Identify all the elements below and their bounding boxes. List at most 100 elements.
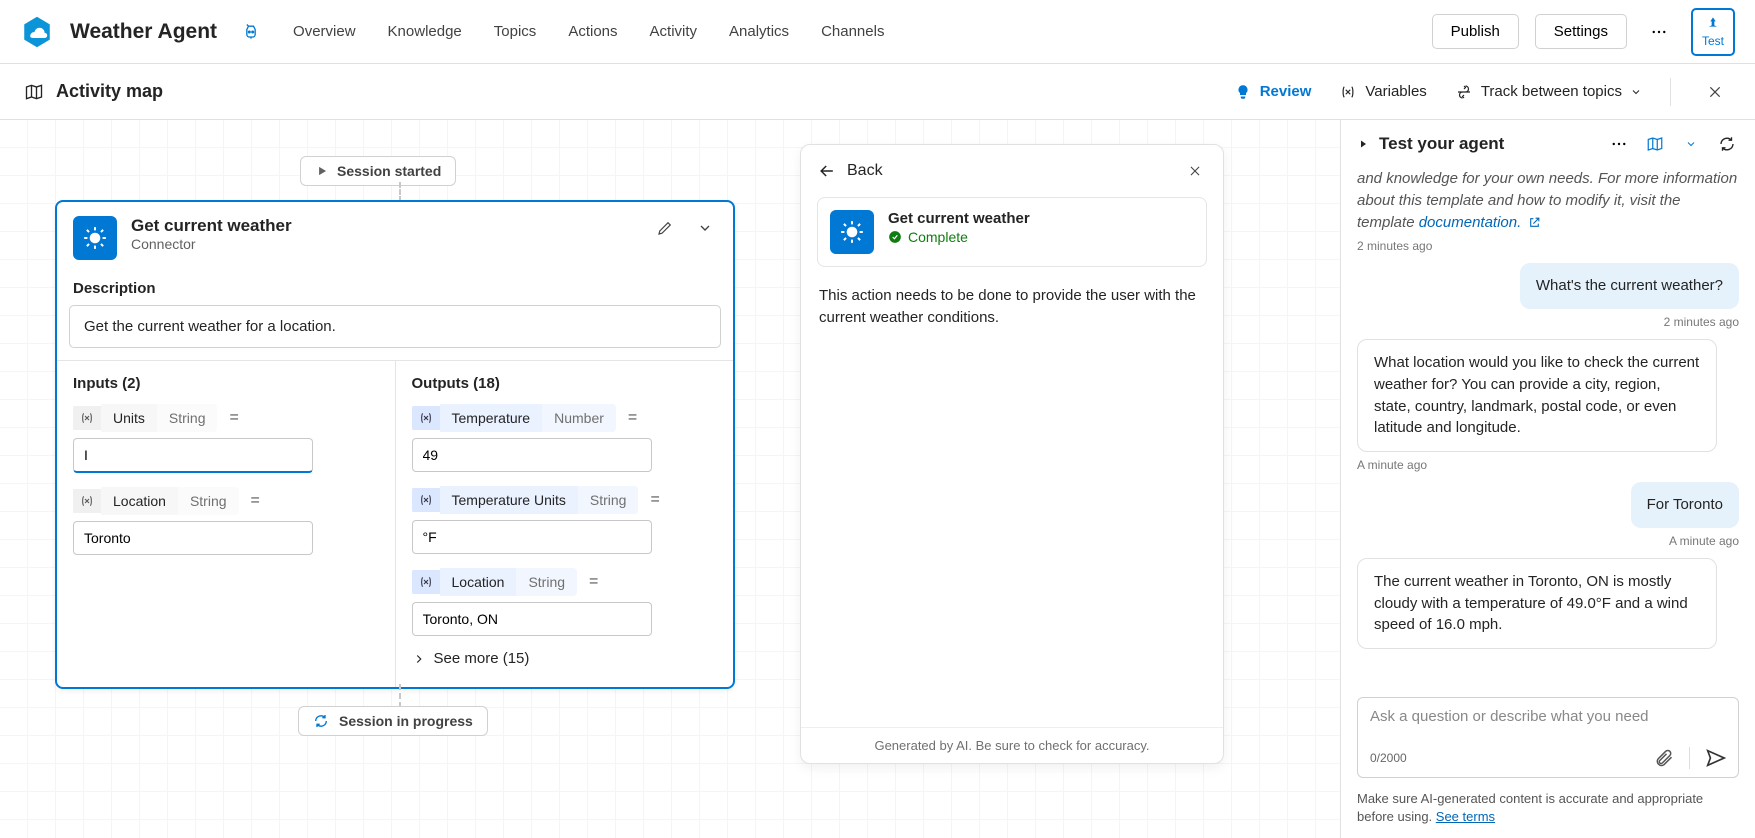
review-button[interactable]: Review	[1234, 83, 1312, 101]
map-dropdown-button[interactable]	[1679, 132, 1703, 156]
send-button[interactable]	[1704, 747, 1726, 769]
output-temp-units-var: Temperature Units String =	[412, 486, 718, 514]
test-button[interactable]: Test	[1691, 8, 1735, 56]
test-panel-title: Test your agent	[1379, 134, 1504, 154]
track-between-topics-button[interactable]: Track between topics	[1455, 83, 1642, 101]
caret-right-icon[interactable]	[1357, 138, 1369, 150]
nav-tabs: Overview Knowledge Topics Actions Activi…	[293, 23, 884, 40]
variable-icon	[418, 574, 434, 590]
output-name: Temperature Units	[440, 486, 578, 514]
output-type: String	[578, 486, 639, 514]
map-toggle-button[interactable]	[1643, 132, 1667, 156]
see-terms-link[interactable]: See terms	[1436, 809, 1495, 824]
session-in-progress-pill: Session in progress	[298, 706, 488, 736]
timestamp: A minute ago	[1357, 458, 1739, 472]
chat-transcript[interactable]: and knowledge for your own needs. For mo…	[1341, 168, 1755, 685]
outputs-heading: Outputs (18)	[412, 375, 718, 392]
detail-title: Get current weather	[888, 210, 1030, 227]
variables-icon	[1339, 83, 1357, 101]
output-temp-units-value[interactable]	[412, 520, 652, 554]
detail-summary-card: Get current weather Complete	[817, 197, 1207, 267]
collapse-node-button[interactable]	[693, 216, 717, 240]
agent-message: The current weather in Toronto, ON is mo…	[1357, 558, 1717, 649]
timestamp: 2 minutes ago	[1357, 239, 1739, 253]
equals-sign: =	[628, 409, 637, 427]
timestamp: 2 minutes ago	[1357, 315, 1739, 329]
intro-message: and knowledge for your own needs. For mo…	[1357, 168, 1739, 233]
input-name: Units	[101, 404, 157, 432]
activity-map-bar: Activity map Review Variables Track betw…	[0, 64, 1755, 120]
char-count: 0/2000	[1370, 751, 1407, 765]
back-button[interactable]: Back	[817, 161, 883, 181]
nav-tab-activity[interactable]: Activity	[650, 23, 698, 40]
session-progress-label: Session in progress	[339, 713, 473, 729]
documentation-link[interactable]: documentation.	[1419, 214, 1522, 231]
output-temperature-value[interactable]	[412, 438, 652, 472]
divider	[1670, 78, 1671, 106]
detail-footer: Generated by AI. Be sure to check for ac…	[801, 727, 1223, 763]
refresh-icon	[1718, 135, 1736, 153]
detail-status-label: Complete	[908, 229, 968, 245]
variable-icon	[418, 492, 434, 508]
divider	[1689, 747, 1690, 769]
settings-button[interactable]: Settings	[1535, 14, 1627, 49]
see-more-label: See more (15)	[434, 650, 530, 667]
close-icon	[1707, 84, 1723, 100]
nav-tab-knowledge[interactable]: Knowledge	[388, 23, 462, 40]
output-type: Number	[542, 404, 616, 432]
input-location-value[interactable]	[73, 521, 313, 555]
close-detail-button[interactable]	[1183, 159, 1207, 183]
session-started-label: Session started	[337, 163, 441, 179]
bot-icon	[241, 22, 261, 42]
nav-tab-topics[interactable]: Topics	[494, 23, 537, 40]
attach-button[interactable]	[1653, 747, 1675, 769]
map-icon	[1646, 135, 1664, 153]
chat-composer: 0/2000	[1357, 697, 1739, 778]
send-icon	[1704, 747, 1726, 769]
refresh-chat-button[interactable]	[1715, 132, 1739, 156]
test-panel: Test your agent and knowledge for your o…	[1340, 120, 1755, 838]
output-location-value[interactable]	[412, 602, 652, 636]
input-type: String	[157, 404, 218, 432]
outputs-column: Outputs (18) Temperature Number =	[395, 361, 734, 687]
input-location-var: Location String =	[73, 487, 379, 515]
edit-node-button[interactable]	[653, 216, 677, 240]
variable-icon	[79, 493, 95, 509]
variables-button[interactable]: Variables	[1339, 83, 1426, 101]
close-activity-map-button[interactable]	[1699, 76, 1731, 108]
input-name: Location	[101, 487, 178, 515]
chat-input[interactable]	[1370, 708, 1726, 732]
input-units-var: Units String =	[73, 404, 379, 432]
inputs-column: Inputs (2) Units String = Locat	[57, 361, 395, 687]
more-menu-button[interactable]	[1643, 16, 1675, 48]
check-circle-icon	[888, 230, 902, 244]
detail-body: This action needs to be done to provide …	[801, 267, 1223, 727]
back-label: Back	[847, 162, 883, 180]
activity-canvas[interactable]: Session started Get current weather Conn…	[0, 120, 1340, 838]
agent-message: What location would you like to check th…	[1357, 339, 1717, 452]
session-started-pill: Session started	[300, 156, 456, 186]
weather-icon	[73, 216, 117, 260]
nav-tab-analytics[interactable]: Analytics	[729, 23, 789, 40]
timestamp: A minute ago	[1357, 534, 1739, 548]
input-units-value[interactable]	[73, 438, 313, 473]
publish-button[interactable]: Publish	[1432, 14, 1519, 49]
node-subtitle: Connector	[131, 236, 292, 252]
nav-tab-overview[interactable]: Overview	[293, 23, 356, 40]
ellipsis-icon	[1650, 23, 1668, 41]
see-more-outputs-button[interactable]: See more (15)	[412, 650, 718, 667]
action-detail-panel: Back Get current weather Complete	[800, 144, 1224, 764]
nav-tab-channels[interactable]: Channels	[821, 23, 884, 40]
nav-tab-actions[interactable]: Actions	[568, 23, 617, 40]
arrow-left-icon	[817, 161, 837, 181]
node-get-current-weather[interactable]: Get current weather Connector Descriptio…	[55, 200, 735, 689]
map-icon	[24, 82, 44, 102]
equals-sign: =	[650, 491, 659, 509]
refresh-icon	[313, 713, 329, 729]
output-type: String	[516, 568, 577, 596]
test-more-button[interactable]	[1607, 132, 1631, 156]
inputs-heading: Inputs (2)	[73, 375, 379, 392]
chevron-down-icon	[1685, 138, 1697, 150]
track-icon	[1455, 83, 1473, 101]
output-name: Temperature	[440, 404, 543, 432]
